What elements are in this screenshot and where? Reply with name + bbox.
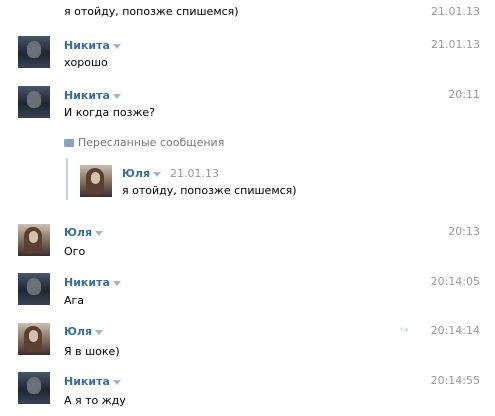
- caret-down-icon[interactable]: [112, 280, 121, 286]
- forwarded-bar: [66, 158, 68, 200]
- forwarded-date: 21.01.13: [170, 167, 219, 180]
- message-time[interactable]: 20:14:05: [431, 275, 480, 288]
- avatar-nikita[interactable]: [18, 273, 50, 305]
- message-time[interactable]: 20:14:14: [431, 324, 480, 337]
- forwarded-text: я отойду, попозже спишемся): [122, 184, 297, 197]
- avatar-nikita[interactable]: [18, 86, 50, 118]
- author-name[interactable]: Юля: [64, 325, 104, 338]
- message-text: Я в шоке): [64, 345, 120, 358]
- message-time[interactable]: 20:11: [448, 88, 480, 101]
- message-time[interactable]: 20:14:55: [431, 374, 480, 387]
- caret-down-icon[interactable]: [112, 43, 121, 49]
- caret-down-icon[interactable]: [112, 379, 121, 385]
- caret-down-icon[interactable]: [95, 230, 104, 236]
- avatar-yulia[interactable]: [18, 323, 50, 355]
- message-time[interactable]: 21.01.13: [431, 38, 480, 51]
- avatar-yulia[interactable]: [18, 224, 50, 256]
- forward-message-icon: [64, 139, 74, 147]
- message-text: Ага: [64, 294, 85, 307]
- avatar-nikita[interactable]: [18, 36, 50, 68]
- author-name[interactable]: Никита: [64, 276, 121, 289]
- message-text: А я то жду: [64, 394, 126, 407]
- author-name[interactable]: Никита: [64, 39, 121, 52]
- forwarded-author[interactable]: Юля: [122, 167, 162, 180]
- message-text: я отойду, попозже спишемся): [64, 5, 239, 18]
- avatar-yulia[interactable]: [80, 165, 112, 197]
- avatar-nikita[interactable]: [18, 372, 50, 404]
- caret-down-icon[interactable]: [112, 93, 121, 99]
- message-text: Ого: [64, 245, 86, 258]
- author-name[interactable]: Юля: [64, 226, 104, 239]
- reply-arrow-icon[interactable]: ↪: [400, 325, 408, 336]
- caret-down-icon[interactable]: [95, 329, 104, 335]
- author-name[interactable]: Никита: [64, 89, 121, 102]
- message-time[interactable]: 21.01.13: [431, 5, 480, 18]
- forwarded-messages-label: Пересланные сообщения: [64, 136, 224, 149]
- message-time[interactable]: 20:13: [448, 225, 480, 238]
- caret-down-icon[interactable]: [153, 171, 162, 177]
- author-name[interactable]: Никита: [64, 375, 121, 388]
- message-text: И когда позже?: [64, 106, 156, 119]
- message-text: хорошо: [64, 56, 108, 69]
